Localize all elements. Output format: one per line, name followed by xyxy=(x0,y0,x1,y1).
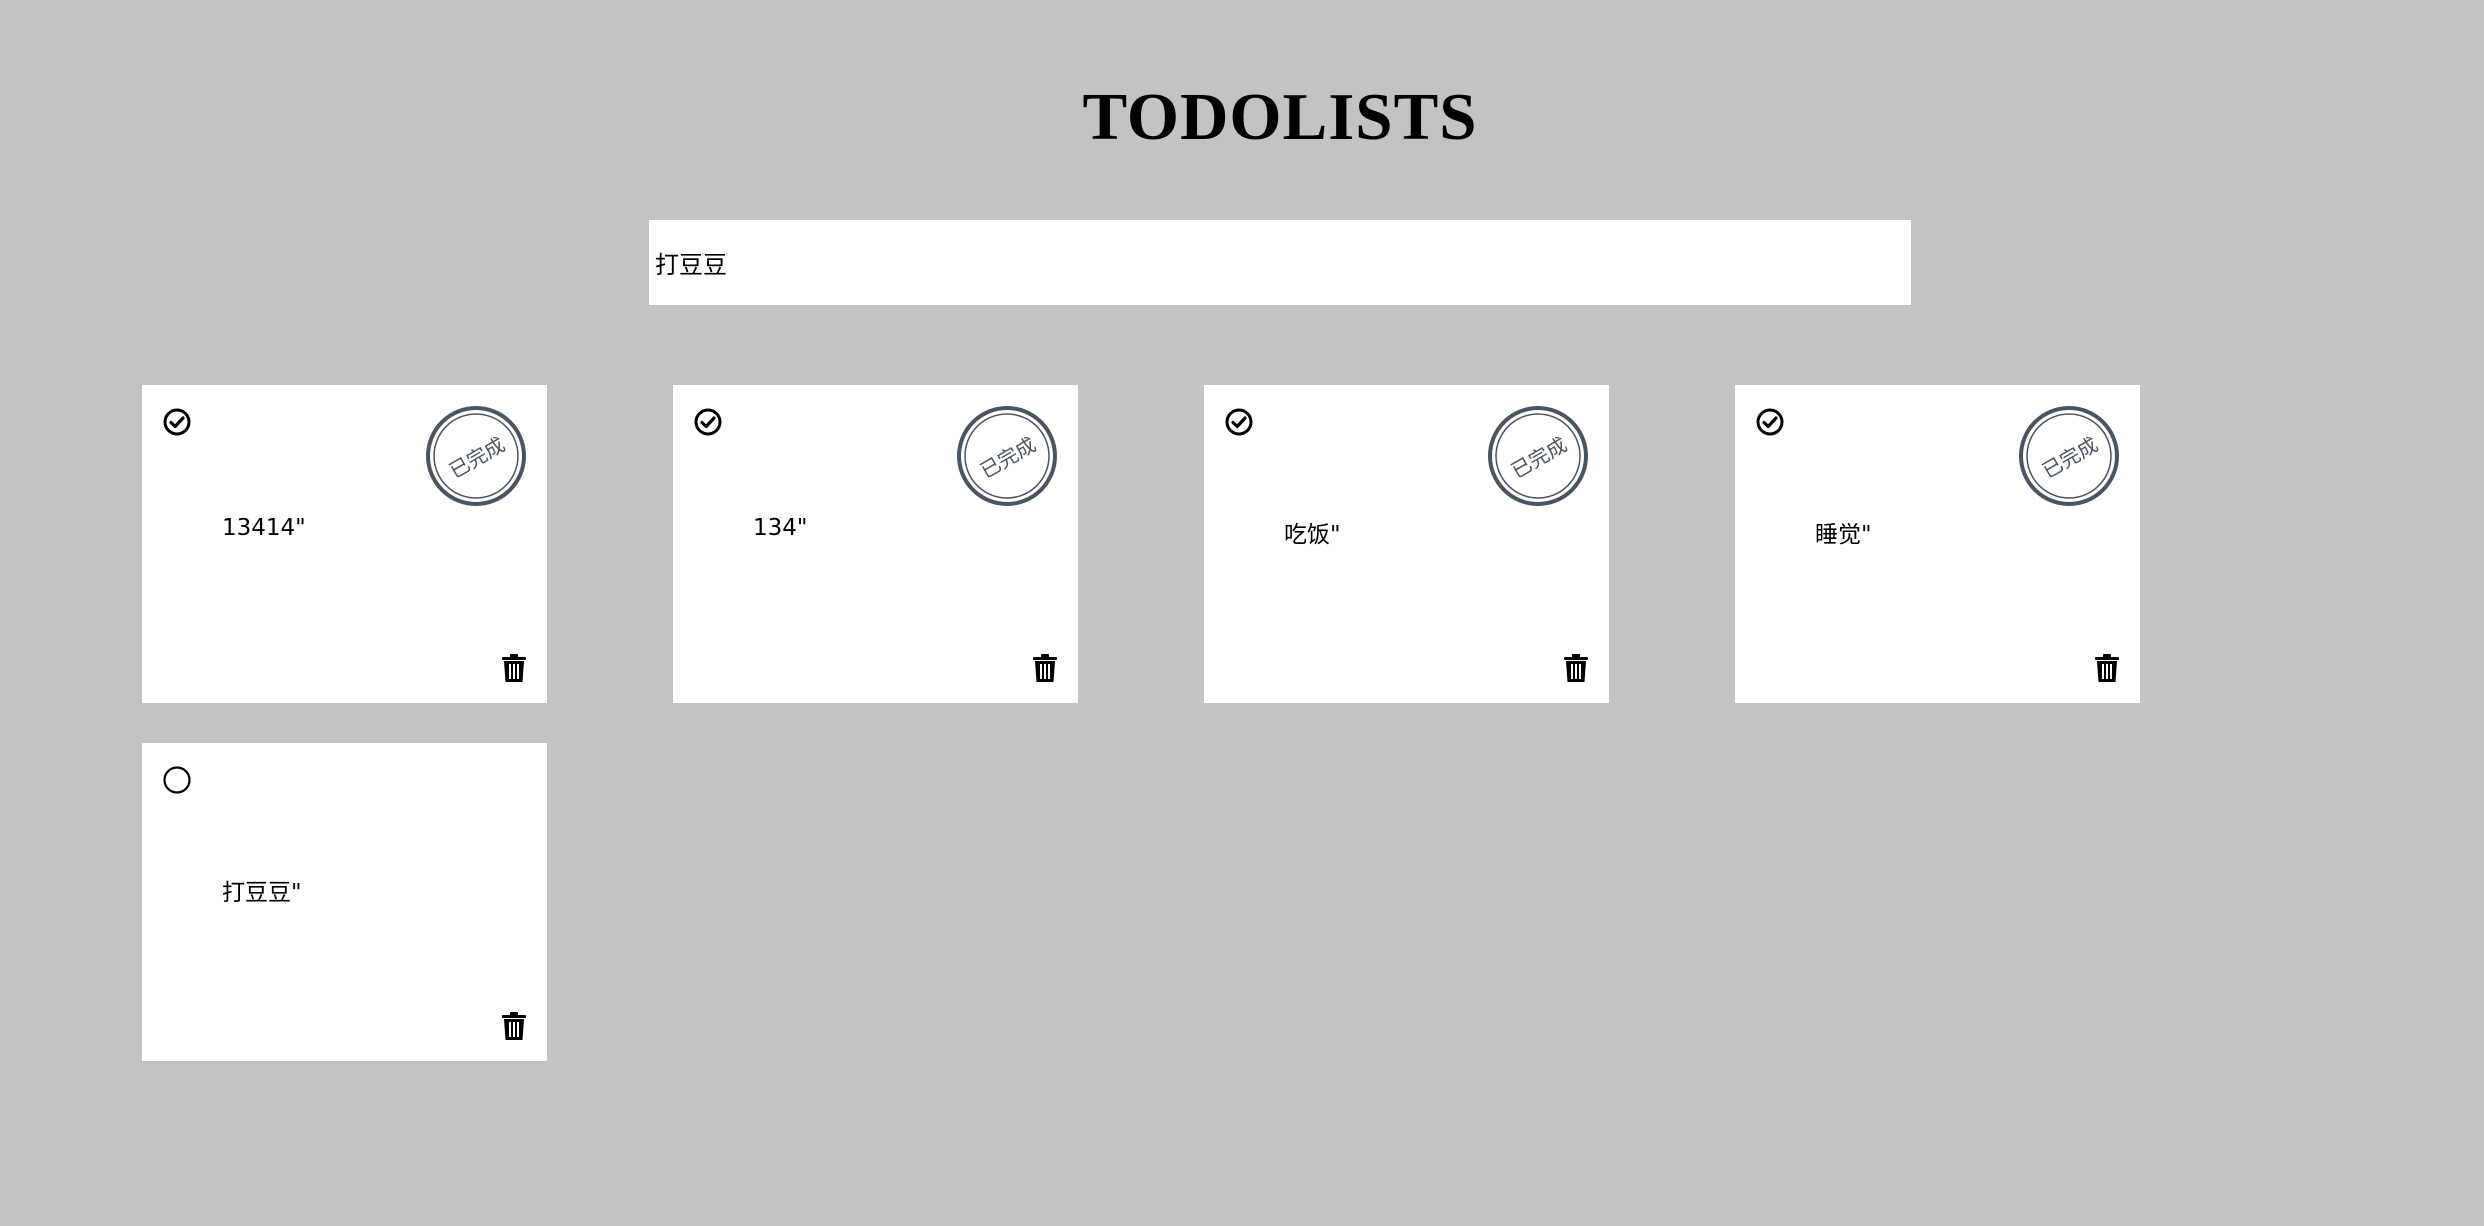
todo-text: 睡觉" xyxy=(1815,522,1872,548)
trash-icon[interactable] xyxy=(1032,653,1058,683)
page-title: TODOLISTS xyxy=(1082,80,1478,154)
trash-icon[interactable] xyxy=(1563,653,1589,683)
completed-stamp: 已完成 xyxy=(425,405,527,507)
trash-icon[interactable] xyxy=(501,1011,527,1041)
todo-text: 134" xyxy=(753,515,808,541)
check-circle-icon[interactable] xyxy=(1224,407,1254,437)
todo-text: 吃饭" xyxy=(1284,522,1341,548)
todo-card: 已完成 134" xyxy=(673,385,1078,703)
completed-stamp: 已完成 xyxy=(956,405,1058,507)
trash-icon[interactable] xyxy=(2094,653,2120,683)
todo-list: 已完成 13414" 已完成 134" 已完成 吃饭" 已完成 睡觉" 打豆豆" xyxy=(142,385,2484,1061)
todo-card: 已完成 吃饭" xyxy=(1204,385,1609,703)
todo-text: 打豆豆" xyxy=(222,880,302,906)
todo-text: 13414" xyxy=(222,515,306,541)
todo-card: 已完成 13414" xyxy=(142,385,547,703)
trash-icon[interactable] xyxy=(501,653,527,683)
completed-stamp: 已完成 xyxy=(2018,405,2120,507)
todo-card: 打豆豆" xyxy=(142,743,547,1061)
new-todo-input[interactable] xyxy=(649,220,1911,305)
completed-stamp: 已完成 xyxy=(1487,405,1589,507)
empty-circle-icon[interactable] xyxy=(162,765,192,795)
todo-card: 已完成 睡觉" xyxy=(1735,385,2140,703)
check-circle-icon[interactable] xyxy=(693,407,723,437)
check-circle-icon[interactable] xyxy=(162,407,192,437)
check-circle-icon[interactable] xyxy=(1755,407,1785,437)
